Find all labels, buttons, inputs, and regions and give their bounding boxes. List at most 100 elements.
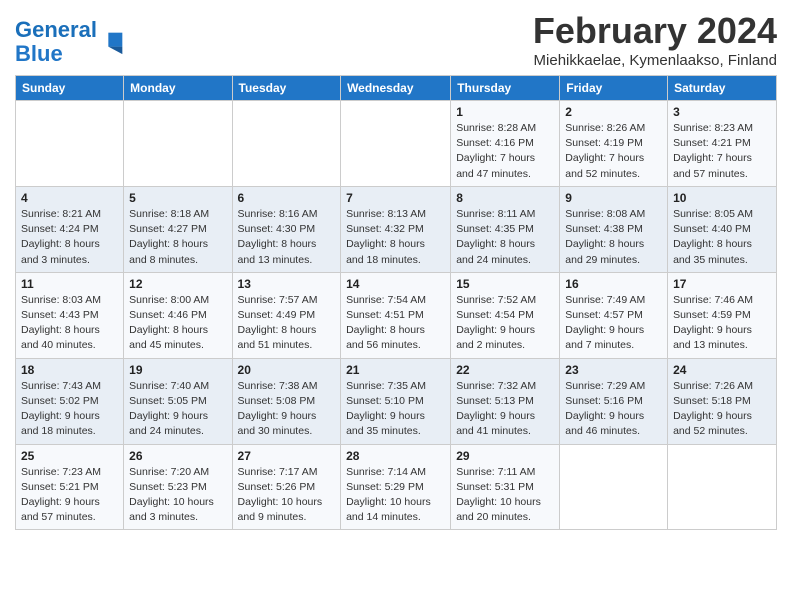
location-subtitle: Miehikkaelae, Kymenlaakso, Finland: [533, 52, 777, 69]
calendar-cell: 14Sunrise: 7:54 AM Sunset: 4:51 PM Dayli…: [341, 272, 451, 358]
day-info: Sunrise: 7:26 AM Sunset: 5:18 PM Dayligh…: [673, 379, 771, 440]
calendar-cell: 28Sunrise: 7:14 AM Sunset: 5:29 PM Dayli…: [341, 444, 451, 530]
day-number: 15: [456, 277, 554, 291]
calendar-cell: 17 Sunrise: 7:46 AM Sunset: 4:59 PM Dayli…: [668, 272, 777, 358]
day-number: 19: [129, 363, 226, 377]
calendar-cell: 29Sunrise: 7:11 AM Sunset: 5:31 PM Dayli…: [451, 444, 560, 530]
calendar-week-row: 11 Sunrise: 8:03 AM Sunset: 4:43 PM Dayli…: [16, 272, 777, 358]
day-info: Sunrise: 7:40 AM Sunset: 5:05 PM Dayligh…: [129, 379, 226, 440]
day-number: 24: [673, 363, 771, 377]
calendar-cell: 24 Sunrise: 7:26 AM Sunset: 5:18 PM Dayli…: [668, 358, 777, 444]
day-number: 28: [346, 449, 445, 463]
day-number: 8: [456, 191, 554, 205]
calendar-cell: 2 Sunrise: 8:26 AM Sunset: 4:19 PM Daylig…: [560, 101, 668, 187]
day-info: Sunrise: 8:21 AM Sunset: 4:24 PM Dayligh…: [21, 207, 118, 268]
day-number: 4: [21, 191, 118, 205]
logo: General Blue: [15, 18, 127, 66]
day-number: 9: [565, 191, 662, 205]
day-number: 20: [238, 363, 336, 377]
calendar-cell: 27Sunrise: 7:17 AM Sunset: 5:26 PM Dayli…: [232, 444, 341, 530]
calendar-week-row: 1 Sunrise: 8:28 AM Sunset: 4:16 PM Daylig…: [16, 101, 777, 187]
weekday-header: Tuesday: [232, 76, 341, 101]
day-number: 26: [129, 449, 226, 463]
calendar-cell: 12Sunrise: 8:00 AM Sunset: 4:46 PM Dayli…: [124, 272, 232, 358]
day-number: 2: [565, 105, 662, 119]
calendar-week-row: 25 Sunrise: 7:23 AM Sunset: 5:21 PM Dayli…: [16, 444, 777, 530]
logo-icon: [99, 28, 127, 56]
day-info: Sunrise: 7:49 AM Sunset: 4:57 PM Dayligh…: [565, 293, 662, 354]
page-header: General Blue February 2024 Miehikkaelae,…: [15, 10, 777, 69]
weekday-header: Sunday: [16, 76, 124, 101]
day-number: 25: [21, 449, 118, 463]
calendar-cell: 25 Sunrise: 7:23 AM Sunset: 5:21 PM Dayli…: [16, 444, 124, 530]
logo-general: General: [15, 17, 97, 42]
day-info: Sunrise: 7:46 AM Sunset: 4:59 PM Dayligh…: [673, 293, 771, 354]
day-info: Sunrise: 7:35 AM Sunset: 5:10 PM Dayligh…: [346, 379, 445, 440]
day-info: Sunrise: 7:29 AM Sunset: 5:16 PM Dayligh…: [565, 379, 662, 440]
calendar-cell: [16, 101, 124, 187]
day-number: 6: [238, 191, 336, 205]
day-number: 21: [346, 363, 445, 377]
day-info: Sunrise: 7:20 AM Sunset: 5:23 PM Dayligh…: [129, 465, 226, 526]
day-info: Sunrise: 8:28 AM Sunset: 4:16 PM Dayligh…: [456, 121, 554, 182]
day-info: Sunrise: 8:16 AM Sunset: 4:30 PM Dayligh…: [238, 207, 336, 268]
calendar-cell: 3Sunrise: 8:23 AM Sunset: 4:21 PM Daylig…: [668, 101, 777, 187]
day-info: Sunrise: 7:32 AM Sunset: 5:13 PM Dayligh…: [456, 379, 554, 440]
weekday-header: Thursday: [451, 76, 560, 101]
day-info: Sunrise: 8:05 AM Sunset: 4:40 PM Dayligh…: [673, 207, 771, 268]
day-number: 13: [238, 277, 336, 291]
calendar-cell: 7Sunrise: 8:13 AM Sunset: 4:32 PM Daylig…: [341, 186, 451, 272]
calendar-cell: 11 Sunrise: 8:03 AM Sunset: 4:43 PM Dayli…: [16, 272, 124, 358]
day-number: 23: [565, 363, 662, 377]
day-info: Sunrise: 7:52 AM Sunset: 4:54 PM Dayligh…: [456, 293, 554, 354]
calendar-cell: 20Sunrise: 7:38 AM Sunset: 5:08 PM Dayli…: [232, 358, 341, 444]
calendar-cell: 21 Sunrise: 7:35 AM Sunset: 5:10 PM Dayli…: [341, 358, 451, 444]
calendar-cell: 18 Sunrise: 7:43 AM Sunset: 5:02 PM Dayli…: [16, 358, 124, 444]
calendar-week-row: 18 Sunrise: 7:43 AM Sunset: 5:02 PM Dayli…: [16, 358, 777, 444]
calendar-cell: 23 Sunrise: 7:29 AM Sunset: 5:16 PM Dayli…: [560, 358, 668, 444]
calendar-cell: 4 Sunrise: 8:21 AM Sunset: 4:24 PM Daylig…: [16, 186, 124, 272]
calendar-table: SundayMondayTuesdayWednesdayThursdayFrid…: [15, 75, 777, 530]
calendar-cell: 13 Sunrise: 7:57 AM Sunset: 4:49 PM Dayli…: [232, 272, 341, 358]
day-info: Sunrise: 8:03 AM Sunset: 4:43 PM Dayligh…: [21, 293, 118, 354]
day-number: 11: [21, 277, 118, 291]
weekday-header: Wednesday: [341, 76, 451, 101]
day-info: Sunrise: 8:11 AM Sunset: 4:35 PM Dayligh…: [456, 207, 554, 268]
day-number: 10: [673, 191, 771, 205]
day-info: Sunrise: 8:08 AM Sunset: 4:38 PM Dayligh…: [565, 207, 662, 268]
day-info: Sunrise: 7:23 AM Sunset: 5:21 PM Dayligh…: [21, 465, 118, 526]
calendar-week-row: 4 Sunrise: 8:21 AM Sunset: 4:24 PM Daylig…: [16, 186, 777, 272]
day-number: 1: [456, 105, 554, 119]
day-number: 12: [129, 277, 226, 291]
calendar-cell: 16 Sunrise: 7:49 AM Sunset: 4:57 PM Dayli…: [560, 272, 668, 358]
day-number: 29: [456, 449, 554, 463]
day-number: 5: [129, 191, 226, 205]
calendar-cell: 15 Sunrise: 7:52 AM Sunset: 4:54 PM Dayli…: [451, 272, 560, 358]
day-info: Sunrise: 7:57 AM Sunset: 4:49 PM Dayligh…: [238, 293, 336, 354]
day-info: Sunrise: 8:26 AM Sunset: 4:19 PM Dayligh…: [565, 121, 662, 182]
calendar-cell: 10 Sunrise: 8:05 AM Sunset: 4:40 PM Dayli…: [668, 186, 777, 272]
weekday-header: Friday: [560, 76, 668, 101]
month-year-title: February 2024: [533, 10, 777, 52]
day-info: Sunrise: 7:17 AM Sunset: 5:26 PM Dayligh…: [238, 465, 336, 526]
calendar-cell: [341, 101, 451, 187]
calendar-cell: 5Sunrise: 8:18 AM Sunset: 4:27 PM Daylig…: [124, 186, 232, 272]
day-number: 7: [346, 191, 445, 205]
weekday-header: Saturday: [668, 76, 777, 101]
day-number: 18: [21, 363, 118, 377]
calendar-cell: [560, 444, 668, 530]
day-info: Sunrise: 8:23 AM Sunset: 4:21 PM Dayligh…: [673, 121, 771, 182]
calendar-cell: [668, 444, 777, 530]
day-number: 17: [673, 277, 771, 291]
day-number: 14: [346, 277, 445, 291]
calendar-cell: [232, 101, 341, 187]
weekday-header: Monday: [124, 76, 232, 101]
calendar-cell: 26 Sunrise: 7:20 AM Sunset: 5:23 PM Dayli…: [124, 444, 232, 530]
day-number: 22: [456, 363, 554, 377]
title-area: February 2024 Miehikkaelae, Kymenlaakso,…: [533, 10, 777, 69]
day-number: 16: [565, 277, 662, 291]
day-info: Sunrise: 7:43 AM Sunset: 5:02 PM Dayligh…: [21, 379, 118, 440]
calendar-cell: 8 Sunrise: 8:11 AM Sunset: 4:35 PM Daylig…: [451, 186, 560, 272]
calendar-cell: 19 Sunrise: 7:40 AM Sunset: 5:05 PM Dayli…: [124, 358, 232, 444]
calendar-cell: 6 Sunrise: 8:16 AM Sunset: 4:30 PM Daylig…: [232, 186, 341, 272]
